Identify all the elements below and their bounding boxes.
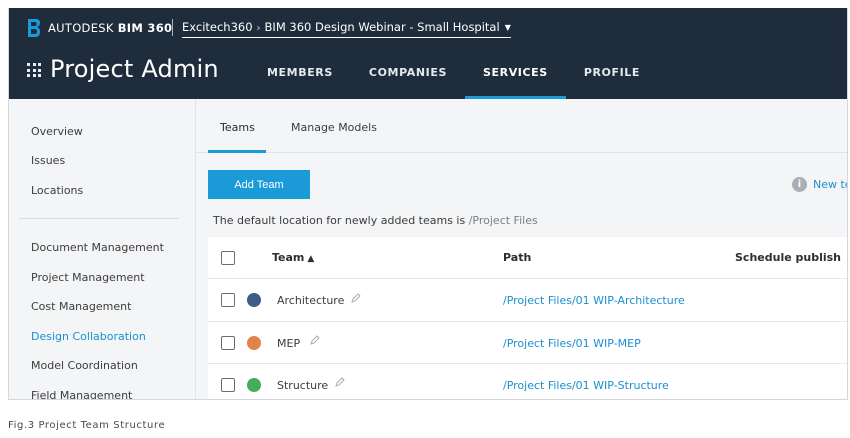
team-name: Architecture [277,294,345,307]
team-path-link[interactable]: /Project Files/01 WIP-MEP [503,337,641,350]
nav-members[interactable]: MEMBERS [249,57,351,99]
info-icon[interactable]: i [792,177,807,192]
breadcrumb-company[interactable]: Excitech360 [182,20,253,34]
add-team-button[interactable]: Add Team [208,170,310,199]
table-header-row: Team ▲ Path Schedule publish [208,237,847,279]
autodesk-logo-icon [28,19,40,37]
sidebar-item-project-management[interactable]: Project Management [31,271,145,284]
row-checkbox[interactable] [221,378,235,392]
caret-down-icon[interactable]: ▼ [505,23,511,32]
team-name: MEP [277,337,301,350]
nav-profile[interactable]: PROFILE [566,57,658,99]
default-location-text: The default location for newly added tea… [213,214,538,227]
sidebar-item-locations[interactable]: Locations [31,184,83,197]
sidebar-item-overview[interactable]: Overview [31,125,83,138]
project-breadcrumb[interactable]: Excitech360 › BIM 360 Design Webinar - Sma… [182,20,511,38]
nav-services[interactable]: SERVICES [464,57,566,99]
header-team-label: Team [272,251,305,264]
teams-table: Team ▲ Path Schedule publish Architecture… [208,237,847,399]
active-tab-indicator [208,150,266,153]
app-grid-icon[interactable] [27,63,41,77]
brand-name: AUTODESK BIM 360 [48,21,172,35]
header-schedule-publish[interactable]: Schedule publish [735,251,841,264]
edit-pencil-icon[interactable] [335,377,345,387]
team-color-dot [247,293,261,307]
brand-prefix: AUTODESK [48,21,114,35]
tab-manage-models[interactable]: Manage Models [291,121,377,134]
sort-ascending-icon[interactable]: ▲ [307,254,314,264]
page-title: Project Admin [50,55,219,83]
new-team-info-link[interactable]: New te [813,178,847,191]
default-location-prefix: The default location for newly added tea… [213,214,469,227]
select-all-checkbox[interactable] [221,251,235,265]
team-name: Structure [277,379,329,392]
breadcrumb-project[interactable]: BIM 360 Design Webinar - Small Hospital [265,20,500,34]
row-checkbox[interactable] [221,336,235,350]
sidebar-item-field-management[interactable]: Field Management [31,389,132,399]
tab-teams[interactable]: Teams [220,121,255,134]
main-content: Teams Manage Models Add Team i New te Th… [196,99,847,399]
figure-caption: Fig.3 Project Team Structure [8,420,166,431]
brand-divider [172,19,173,36]
header-path[interactable]: Path [503,251,531,264]
tab-bar: Teams Manage Models [196,99,847,153]
table-row[interactable]: Structure /Project Files/01 WIP-Structur… [208,364,847,399]
brand-product: BIM 360 [117,21,173,35]
edit-pencil-icon[interactable] [351,293,361,303]
brand-bar: AUTODESK BIM 360 Excitech360 › BIM 360 Des… [9,8,847,48]
default-location-path: /Project Files [468,214,538,227]
team-color-dot [247,336,261,350]
row-checkbox[interactable] [221,293,235,307]
sidebar-item-issues[interactable]: Issues [31,154,65,167]
team-path-link[interactable]: /Project Files/01 WIP-Architecture [503,294,685,307]
app-window: AUTODESK BIM 360 Excitech360 › BIM 360 Des… [8,8,848,400]
team-path-link[interactable]: /Project Files/01 WIP-Structure [503,379,669,392]
top-header: AUTODESK BIM 360 Excitech360 › BIM 360 Des… [9,8,847,99]
table-row[interactable]: Architecture /Project Files/01 WIP-Archi… [208,279,847,322]
sidebar-item-design-collaboration[interactable]: Design Collaboration [31,330,146,343]
sidebar-item-document-management[interactable]: Document Management [31,241,164,254]
main-nav: MEMBERS COMPANIES SERVICES PROFILE [249,57,658,99]
sidebar-item-cost-management[interactable]: Cost Management [31,300,131,313]
chevron-right-icon: › [256,23,261,34]
sidebar-divider [19,218,179,219]
sidebar-item-model-coordination[interactable]: Model Coordination [31,359,138,372]
sidebar: Overview Issues Locations Document Manag… [9,99,196,399]
table-row[interactable]: MEP /Project Files/01 WIP-MEP [208,322,847,364]
header-team[interactable]: Team ▲ [272,251,314,264]
team-color-dot [247,378,261,392]
nav-companies[interactable]: COMPANIES [351,57,465,99]
edit-pencil-icon[interactable] [310,335,320,345]
